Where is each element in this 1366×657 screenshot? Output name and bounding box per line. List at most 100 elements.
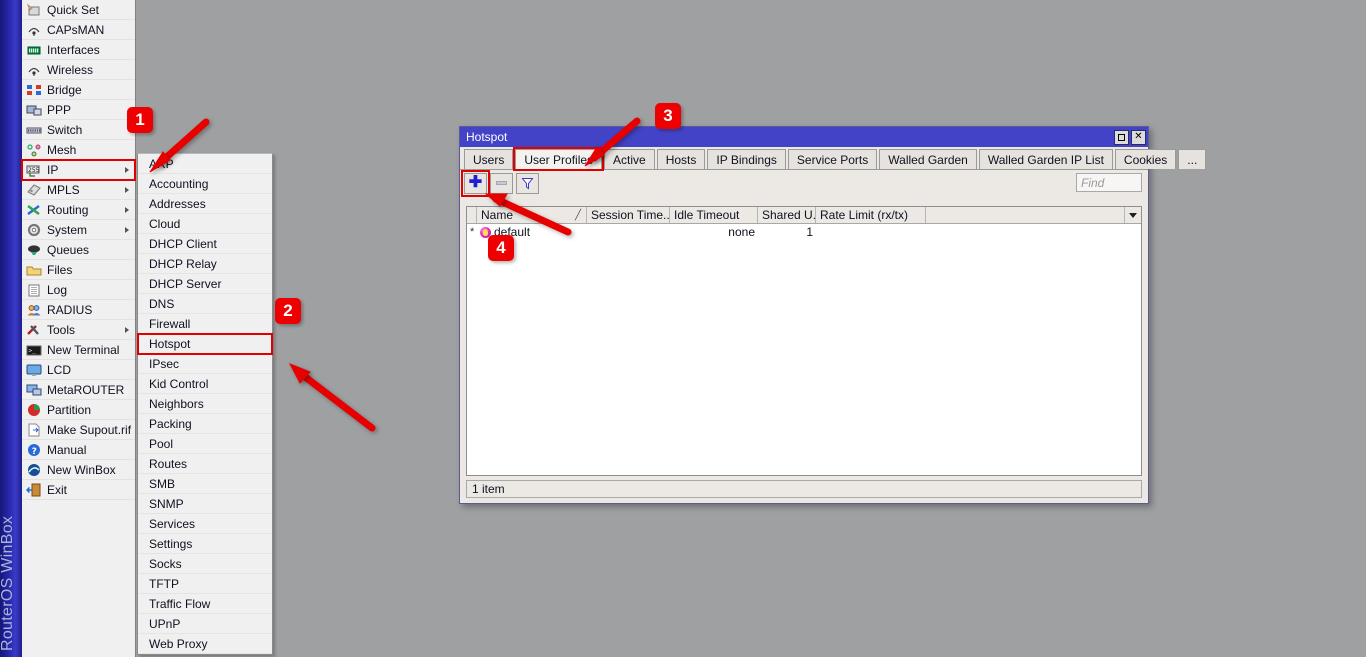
ip-submenu-item-upnp[interactable]: UPnP bbox=[138, 614, 272, 634]
main-menu-item-new-winbox[interactable]: New WinBox bbox=[22, 460, 135, 480]
ip-submenu-item-dhcp-client[interactable]: DHCP Client bbox=[138, 234, 272, 254]
hotspot-filter-button[interactable] bbox=[516, 172, 539, 194]
ip-submenu-item-firewall[interactable]: Firewall bbox=[138, 314, 272, 334]
files-icon bbox=[26, 266, 42, 275]
main-menu-item-capsman[interactable]: CAPsMAN bbox=[22, 20, 135, 40]
supout-icon bbox=[28, 423, 40, 436]
main-menu-item-radius[interactable]: RADIUS bbox=[22, 300, 135, 320]
ip-submenu-item-dhcp-relay[interactable]: DHCP Relay bbox=[138, 254, 272, 274]
main-menu-item-ppp[interactable]: PPP bbox=[22, 100, 135, 120]
cell-shared-users: 1 bbox=[806, 225, 813, 239]
ip-submenu-item-routes[interactable]: Routes bbox=[138, 454, 272, 474]
table-col-header-shared-u[interactable]: Shared U... bbox=[758, 207, 816, 223]
ip-submenu-item-hotspot[interactable]: Hotspot bbox=[137, 333, 273, 355]
ip-submenu-item-packing[interactable]: Packing bbox=[138, 414, 272, 434]
main-menu-item-metarouter[interactable]: MetaROUTER bbox=[22, 380, 135, 400]
main-menu-item-lcd[interactable]: LCD bbox=[22, 360, 135, 380]
bridge-icon bbox=[27, 84, 41, 95]
ip-submenu-item-pool[interactable]: Pool bbox=[138, 434, 272, 454]
main-menu-item-tools[interactable]: Tools bbox=[22, 320, 135, 340]
main-menu-item-wireless[interactable]: Wireless bbox=[22, 60, 135, 80]
main-menu-item-log[interactable]: Log bbox=[22, 280, 135, 300]
column-chooser-button[interactable] bbox=[1124, 207, 1141, 223]
table-col-header-name[interactable]: Name ╱ bbox=[477, 207, 587, 223]
table-col-header-idle-timeout[interactable]: Idle Timeout bbox=[670, 207, 758, 223]
mpls-icon bbox=[26, 183, 42, 197]
hotspot-tab-walled-garden[interactable]: Walled Garden bbox=[879, 149, 977, 169]
main-menu-item-new-terminal[interactable]: >_ New Terminal bbox=[22, 340, 135, 360]
ip-submenu[interactable]: ARP Accounting Addresses Cloud DHCP Client DH… bbox=[137, 153, 273, 655]
main-menu-item-bridge[interactable]: Bridge bbox=[22, 80, 135, 100]
hotspot-tab-hosts[interactable]: Hosts bbox=[656, 149, 706, 169]
hotspot-window[interactable]: Hotspot ✕ Users User Profiles Active Hosts I… bbox=[459, 126, 1207, 504]
user-profiles-table[interactable]: Name ╱ Session Time... Idle Timeout Shared U… bbox=[466, 206, 1142, 476]
table-col-flag bbox=[467, 207, 477, 223]
ip-submenu-item-dhcp-server[interactable]: DHCP Server bbox=[138, 274, 272, 294]
main-menu-item-label: Files bbox=[47, 262, 73, 277]
ip-submenu-item-cloud[interactable]: Cloud bbox=[138, 214, 272, 234]
ip-submenu-item-kid-control[interactable]: Kid Control bbox=[138, 374, 272, 394]
hotspot-tab-active[interactable]: Active bbox=[604, 149, 655, 169]
main-menu-item-ip[interactable]: 255 IP bbox=[21, 159, 136, 181]
partition-icon bbox=[26, 403, 42, 417]
mesh-icon bbox=[27, 143, 41, 156]
ip-submenu-item-settings[interactable]: Settings bbox=[138, 534, 272, 554]
main-menu-item-exit[interactable]: Exit bbox=[22, 480, 135, 500]
find-input[interactable]: Find bbox=[1076, 173, 1142, 192]
ip-submenu-item-arp[interactable]: ARP bbox=[138, 154, 272, 174]
ip-submenu-item-ipsec[interactable]: IPsec bbox=[138, 354, 272, 374]
hotspot-add-button[interactable]: ✚ bbox=[461, 169, 490, 197]
ip-submenu-item-traffic-flow[interactable]: Traffic Flow bbox=[138, 594, 272, 614]
ip-submenu-item-snmp[interactable]: SNMP bbox=[138, 494, 272, 514]
main-menu-item-mpls[interactable]: MPLS bbox=[22, 180, 135, 200]
main-menu-item-interfaces[interactable]: Interfaces bbox=[22, 40, 135, 60]
main-menu-item-system[interactable]: System bbox=[22, 220, 135, 240]
table-col-header-rate-limit-rx-tx[interactable]: Rate Limit (rx/tx) bbox=[816, 207, 926, 223]
winbox-brand-rail: RouterOS WinBox bbox=[0, 0, 22, 657]
main-menu-item-label: System bbox=[47, 222, 88, 237]
table-row[interactable]: * default none 1 bbox=[467, 224, 1141, 240]
annotation-badge-4: 4 bbox=[488, 235, 514, 261]
main-menu-item-label: CAPsMAN bbox=[47, 22, 105, 37]
hotspot-tab-users[interactable]: Users bbox=[464, 149, 514, 169]
minus-icon bbox=[496, 181, 507, 185]
main-menu-item-routing[interactable]: Routing bbox=[22, 200, 135, 220]
ip-submenu-item-accounting[interactable]: Accounting bbox=[138, 174, 272, 194]
main-menu-item-files[interactable]: Files bbox=[22, 260, 135, 280]
hotspot-tab-walled-garden-ip-list[interactable]: Walled Garden IP List bbox=[978, 149, 1113, 169]
ip-submenu-item-tftp[interactable]: TFTP bbox=[138, 574, 272, 594]
main-menu-item-manual[interactable]: ? Manual bbox=[22, 440, 135, 460]
main-menu-item-quick-set[interactable]: Quick Set bbox=[22, 0, 135, 20]
table-header-row[interactable]: Name ╱ Session Time... Idle Timeout Shared U… bbox=[467, 207, 1141, 224]
ip-submenu-item-services[interactable]: Services bbox=[138, 514, 272, 534]
close-button[interactable]: ✕ bbox=[1131, 129, 1146, 145]
ip-submenu-item-neighbors[interactable]: Neighbors bbox=[138, 394, 272, 414]
capsman-icon bbox=[26, 23, 42, 37]
main-menu-item-queues[interactable]: Queues bbox=[22, 240, 135, 260]
hotspot-tab-user-profiles[interactable]: User Profiles bbox=[513, 147, 605, 171]
hotspot-tab-cookies[interactable]: Cookies bbox=[1114, 149, 1177, 169]
maximize-button[interactable] bbox=[1114, 129, 1129, 145]
main-menu-item-label: Queues bbox=[47, 242, 90, 257]
ip-submenu-item-smb[interactable]: SMB bbox=[138, 474, 272, 494]
ip-submenu-item-addresses[interactable]: Addresses bbox=[138, 194, 272, 214]
main-menu[interactable]: Quick Set CAPsMAN Interfaces Wireless Bridge… bbox=[21, 0, 136, 657]
hotspot-titlebar[interactable]: Hotspot ✕ bbox=[460, 127, 1148, 147]
ip-submenu-item-socks[interactable]: Socks bbox=[138, 554, 272, 574]
ip-submenu-item-web-proxy[interactable]: Web Proxy bbox=[138, 634, 272, 654]
main-menu-item-switch[interactable]: Switch bbox=[22, 120, 135, 140]
main-menu-item-partition[interactable]: Partition bbox=[22, 400, 135, 420]
table-col-header-session-time[interactable]: Session Time... bbox=[587, 207, 670, 223]
table-col-header-blank[interactable] bbox=[926, 207, 1124, 223]
hotspot-tab-ip-bindings[interactable]: IP Bindings bbox=[707, 149, 786, 169]
hotspot-tab-service-ports[interactable]: Service Ports bbox=[787, 149, 878, 169]
ip-submenu-item-dns[interactable]: DNS bbox=[138, 294, 272, 314]
hotspot-tab-more[interactable]: ... bbox=[1178, 149, 1207, 169]
hotspot-toolbar[interactable]: ✚ Find bbox=[460, 169, 1148, 197]
hotspot-tab-bar[interactable]: Users User Profiles Active Hosts IP Bindings… bbox=[460, 147, 1207, 171]
chevron-right-icon bbox=[125, 166, 129, 173]
hotspot-remove-button[interactable] bbox=[490, 172, 513, 194]
table-body[interactable]: * default none 1 bbox=[467, 224, 1141, 240]
main-menu-item-make-supout-rif[interactable]: Make Supout.rif bbox=[22, 420, 135, 440]
main-menu-item-mesh[interactable]: Mesh bbox=[22, 140, 135, 160]
